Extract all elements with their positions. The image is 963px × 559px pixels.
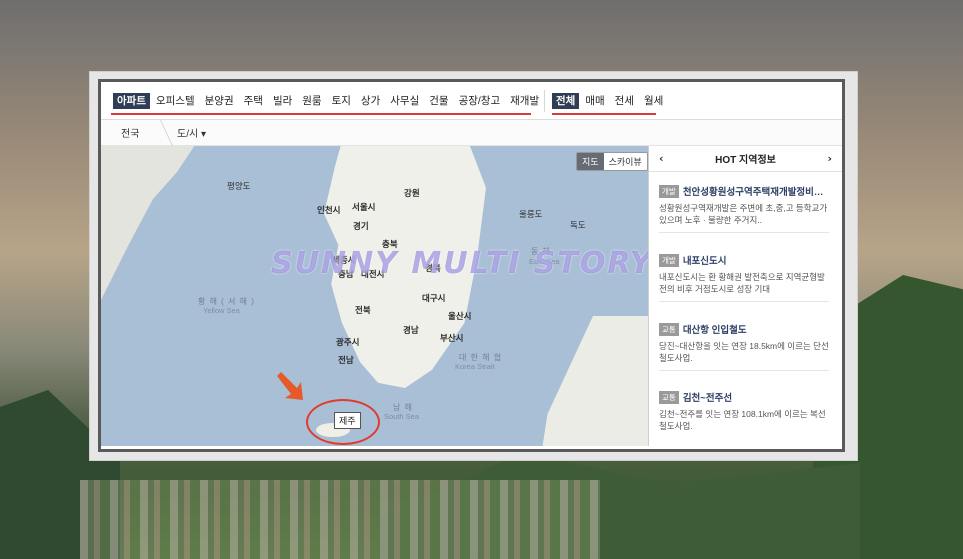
breadcrumb-nationwide[interactable]: 전국 (121, 125, 139, 140)
map-label-gyeonggi[interactable]: 경기 (353, 220, 369, 232)
deal-type-tabs: 전체 매매 전세 월세 (552, 93, 669, 109)
hot-info-item-title-row: 개발 천안성황원성구역주택재개발정비… (659, 184, 829, 198)
map-label-chungbuk[interactable]: 충북 (382, 238, 398, 250)
tab-building[interactable]: 건물 (425, 93, 452, 109)
map-label-yellow-sea-en: Yellow Sea (203, 306, 240, 315)
hot-info-item-title-row: 교통 대산항 인입철도 (659, 322, 829, 336)
tab-house[interactable]: 주택 (240, 93, 267, 109)
map-label-sejong[interactable]: 세종시 (332, 254, 355, 266)
real-estate-panel: 아파트 오피스텔 분양권 주택 빌라 원룸 토지 상가 사무실 건물 공장/창고… (98, 79, 845, 452)
category-badge: 개발 (659, 253, 679, 267)
tab-monthly-rent[interactable]: 월세 (640, 93, 667, 109)
map-label-korea-strait-en: Korea Strait (455, 362, 495, 371)
next-arrow-icon[interactable]: › (827, 152, 832, 165)
hot-info-item-title[interactable]: 대산항 인입철도 (683, 322, 747, 336)
hot-info-item[interactable]: 개발 내포신도시 내포신도시는 환 황해권 발전축으로 지역균형발전의 비후 거… (659, 253, 829, 302)
map-label-jeju[interactable]: 제주 (334, 412, 361, 429)
tab-jeonse[interactable]: 전세 (611, 93, 638, 109)
map-label-busan[interactable]: 부산시 (440, 332, 463, 344)
korea-map[interactable]: 지도 스카이뷰 평양도 인천시 서울시 경기 강원 충북 세종시 충남 대전시 … (101, 146, 648, 446)
tab-factory[interactable]: 공장/창고 (455, 93, 505, 109)
map-label-gwangju[interactable]: 광주시 (336, 336, 359, 348)
category-badge: 교통 (659, 322, 679, 336)
hot-info-header: ‹ HOT 지역정보 › (649, 146, 842, 172)
map-label-ulleungdo: 울릉도 (519, 209, 543, 219)
tabs-row: 아파트 오피스텔 분양권 주택 빌라 원룸 토지 상가 사무실 건물 공장/창고… (101, 82, 842, 120)
map-label-dokdo: 독도 (570, 220, 586, 230)
hot-info-title: HOT 지역정보 (715, 155, 776, 166)
map-land-japan (541, 316, 648, 446)
map-label-ulsan[interactable]: 울산시 (448, 310, 471, 322)
tab-presale-right[interactable]: 분양권 (201, 93, 238, 109)
map-label-jeonbuk[interactable]: 전북 (355, 304, 371, 316)
tab-apartment[interactable]: 아파트 (113, 93, 150, 109)
hot-region-info-panel: ‹ HOT 지역정보 › 개발 천안성황원성구역주택재개발정비… 성황원성구역재… (648, 146, 842, 446)
hot-info-item-title[interactable]: 김천~전주선 (683, 390, 732, 404)
map-label-jeonnam[interactable]: 전남 (338, 354, 354, 366)
map-view-button[interactable]: 지도 (577, 153, 604, 170)
hot-info-item-desc: 당진~대산항을 잇는 연장 18.5km에 이르는 단선 철도사업. (659, 341, 829, 363)
category-badge: 교통 (659, 390, 679, 404)
breadcrumb-separator (146, 120, 174, 146)
tab-store[interactable]: 상가 (357, 93, 384, 109)
hot-info-item-title[interactable]: 천안성황원성구역주택재개발정비… (683, 184, 824, 198)
hot-info-item-title[interactable]: 내포신도시 (683, 253, 727, 267)
tab-officetel[interactable]: 오피스텔 (152, 93, 199, 109)
map-label-gangwon[interactable]: 강원 (404, 187, 420, 199)
tab-all[interactable]: 전체 (552, 93, 580, 109)
category-badge: 개발 (659, 184, 679, 198)
map-label-incheon[interactable]: 인천시 (317, 204, 340, 216)
map-label-seoul[interactable]: 서울시 (352, 201, 375, 213)
map-label-east-sea-en: East Sea (529, 257, 560, 266)
tab-sale[interactable]: 매매 (581, 93, 608, 109)
highlight-underline-deal (552, 113, 656, 115)
map-label-south-sea-en: South Sea (384, 412, 420, 421)
highlight-underline-property (111, 113, 531, 115)
hot-info-item-desc: 김천~전주를 잇는 연장 108.1km에 이르는 복선 철도사업. (659, 409, 826, 431)
tab-villa[interactable]: 빌라 (269, 93, 296, 109)
map-label-daegu[interactable]: 대구시 (422, 292, 445, 304)
hot-info-item[interactable]: 교통 대산항 인입철도 당진~대산항을 잇는 연장 18.5km에 이르는 단선… (659, 322, 829, 371)
breadcrumb-province-select[interactable]: 도/시 ▾ (177, 125, 206, 140)
property-type-tabs: 아파트 오피스텔 분양권 주택 빌라 원룸 토지 상가 사무실 건물 공장/창고… (113, 93, 545, 109)
arrow-pointer-icon (277, 372, 303, 400)
tab-redevelopment[interactable]: 재개발 (506, 93, 543, 109)
map-view-toggle: 지도 스카이뷰 (576, 152, 648, 171)
hot-info-item[interactable]: 교통 김천~전주선 김천~전주를 잇는 연장 108.1km에 이르는 복선 철… (659, 390, 829, 438)
hot-info-item-desc: 내포신도시는 환 황해권 발전축으로 지역균형발전의 비후 거점도시로 성장 기… (659, 272, 825, 294)
hot-info-item-title-row: 개발 내포신도시 (659, 253, 829, 267)
tab-oneroom[interactable]: 원룸 (298, 93, 325, 109)
hot-info-item[interactable]: 개발 천안성황원성구역주택재개발정비… 성황원성구역재개발은 주변에 초,중,고… (659, 184, 829, 233)
map-label-east-sea: 동 해 (531, 247, 551, 256)
tab-office[interactable]: 사무실 (386, 93, 423, 109)
map-label-pyongyang: 평양도 (227, 181, 251, 191)
tab-divider (544, 90, 545, 112)
hot-info-item-title-row: 교통 김천~전주선 (659, 390, 829, 404)
tab-land[interactable]: 토지 (328, 93, 355, 109)
prev-arrow-icon[interactable]: ‹ (659, 152, 664, 165)
map-label-chungnam[interactable]: 충남 (338, 268, 354, 280)
map-label-gyeongnam[interactable]: 경남 (403, 324, 419, 336)
map-label-gyeongbuk[interactable]: 경북 (425, 262, 441, 274)
map-label-daejeon[interactable]: 대전시 (361, 268, 384, 280)
map-land-china (101, 146, 201, 316)
hot-info-item-desc: 성황원성구역재개발은 주변에 초,중,고 등학교가 있으며 노후 · 불량한 주… (659, 203, 828, 225)
skyview-button[interactable]: 스카이뷰 (603, 153, 647, 170)
background-village (80, 480, 600, 559)
breadcrumb: 전국 도/시 ▾ (101, 120, 842, 146)
